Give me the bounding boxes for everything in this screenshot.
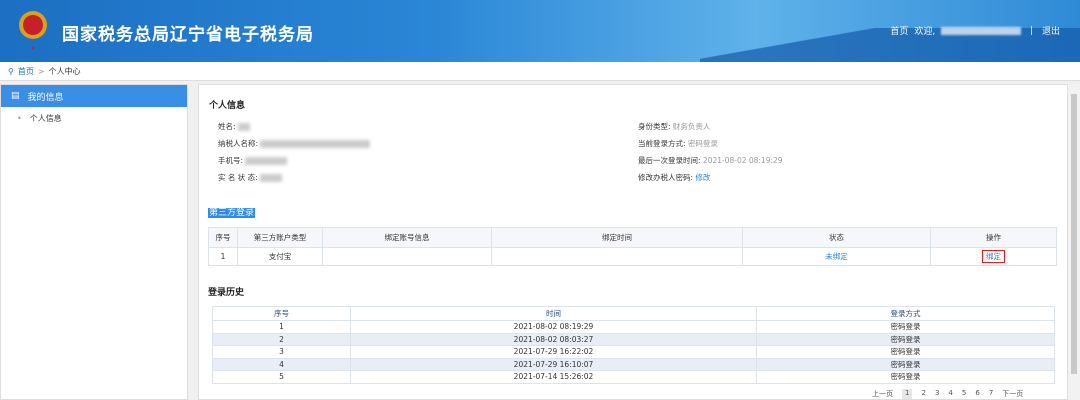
taxpayer-name-label: 纳税人名称: xyxy=(218,139,259,148)
login-history-table: 序号 时间 登录方式 1 2021-08-02 08:19:29 密码登录 2 202… xyxy=(212,306,1055,384)
third-party-title: 第三方登录 xyxy=(208,208,256,218)
next-page-button[interactable]: 下一页 xyxy=(1002,389,1023,399)
home-link[interactable]: 首页 xyxy=(890,24,908,37)
col-header: 第三方账户类型 xyxy=(237,227,323,248)
sidebar-section-label: 我的信息 xyxy=(27,92,64,103)
table-row: 4 2021-07-29 16:10:07 密码登录 xyxy=(212,357,1055,371)
bind-status: 未绑定 xyxy=(742,247,931,266)
personal-info-right: 身份类型: 财务负责人 当前登录方式: 密码登录 最后一次登录时间: 2021-… xyxy=(638,118,783,186)
document-icon: ▤ xyxy=(11,91,20,101)
site-title: 国家税务总局辽宁省电子税务局 xyxy=(62,25,314,45)
identity-type-label: 身份类型: xyxy=(638,122,671,131)
taxpayer-name-redacted xyxy=(260,140,371,148)
breadcrumb-separator: > xyxy=(37,66,45,76)
svg-text:★: ★ xyxy=(30,45,35,52)
phone-label: 手机号: xyxy=(218,156,244,165)
header: ★ 国家税务总局辽宁省电子税务局 首页 欢迎, | 退出 xyxy=(0,0,1080,62)
name-redacted xyxy=(237,123,250,131)
table-row: 2 2021-08-02 08:03:27 密码登录 xyxy=(212,332,1055,346)
login-time: 2021-08-02 08:19:29 xyxy=(350,320,757,334)
row-no: 3 xyxy=(212,345,351,359)
logout-link[interactable]: 退出 xyxy=(1042,24,1060,37)
breadcrumb: ⚲ 首页 > 个人中心 xyxy=(0,62,1080,81)
table-row: 3 2021-07-29 16:22:02 密码登录 xyxy=(212,345,1055,359)
tax-emblem-logo: ★ xyxy=(19,11,47,52)
last-login-label: 最后一次登录时间: xyxy=(638,156,701,165)
breadcrumb-current: 个人中心 xyxy=(48,66,81,76)
personal-info-title: 个人信息 xyxy=(209,101,246,111)
row-no: 1 xyxy=(208,247,238,266)
login-method-label: 当前登录方式: xyxy=(638,139,686,148)
table-row: 1 2021-08-02 08:19:29 密码登录 xyxy=(212,320,1055,334)
bullet-icon: • xyxy=(17,113,22,123)
col-header: 序号 xyxy=(212,306,351,321)
col-header: 登录方式 xyxy=(756,306,1055,321)
page-2-button[interactable]: 2 xyxy=(921,389,925,399)
page-5-button[interactable]: 5 xyxy=(962,389,966,399)
welcome-text: 欢迎, xyxy=(914,27,936,37)
login-time: 2021-07-29 16:22:02 xyxy=(350,345,757,359)
page-1-button[interactable]: 1 xyxy=(902,389,913,399)
page-7-button[interactable]: 7 xyxy=(989,389,993,399)
pagination: 上一页 1 2 3 4 5 6 7 下一页 xyxy=(872,389,1023,399)
login-history-title: 登录历史 xyxy=(208,288,245,298)
bind-time xyxy=(491,247,743,266)
divider: | xyxy=(1027,25,1036,36)
scrollbar-thumb[interactable] xyxy=(1071,94,1077,374)
col-header: 操作 xyxy=(930,227,1057,248)
change-password-link[interactable]: 修改 xyxy=(695,173,710,182)
prev-page-button[interactable]: 上一页 xyxy=(872,389,893,399)
row-no: 4 xyxy=(212,357,351,371)
page-6-button[interactable]: 6 xyxy=(975,389,979,399)
table-row: 5 2021-07-14 15:26:02 密码登录 xyxy=(212,370,1055,384)
last-login-value: 2021-08-02 08:19:29 xyxy=(702,156,783,165)
sidebar-item-personal-info[interactable]: • 个人信息 xyxy=(1,107,187,129)
col-header: 时间 xyxy=(350,306,757,321)
name-label: 姓名: xyxy=(218,122,236,131)
col-header: 绑定时间 xyxy=(491,227,743,248)
row-no: 1 xyxy=(212,320,351,334)
account-type: 支付宝 xyxy=(237,247,323,266)
phone-redacted xyxy=(245,157,288,165)
table-row: 1 支付宝 未绑定 绑定 xyxy=(208,247,1057,266)
bind-button[interactable]: 绑定 xyxy=(982,250,1005,263)
login-method: 密码登录 xyxy=(756,332,1055,346)
login-method: 密码登录 xyxy=(756,345,1055,359)
third-party-table: 序号 第三方账户类型 绑定账号信息 绑定时间 状态 操作 1 支付宝 未绑定 绑… xyxy=(208,227,1057,266)
breadcrumb-home[interactable]: 首页 xyxy=(18,66,34,77)
col-header: 序号 xyxy=(208,227,238,248)
location-pin-icon: ⚲ xyxy=(8,66,14,76)
realname-status-redacted xyxy=(260,174,283,182)
login-time: 2021-07-29 16:10:07 xyxy=(350,357,757,371)
page-4-button[interactable]: 4 xyxy=(948,389,952,399)
login-time: 2021-07-14 15:26:02 xyxy=(350,370,757,384)
login-method-value: 密码登录 xyxy=(687,139,718,148)
login-method: 密码登录 xyxy=(756,320,1055,334)
login-method: 密码登录 xyxy=(756,370,1055,384)
username-redacted xyxy=(941,26,1022,35)
personal-info-left: 姓名: 纳税人名称: 手机号: 实 名 状 态: xyxy=(218,118,371,186)
sidebar: ▤ 我的信息 • 个人信息 xyxy=(0,84,188,400)
col-header: 状态 xyxy=(742,227,931,248)
login-time: 2021-08-02 08:03:27 xyxy=(350,332,757,346)
sidebar-section-my-info[interactable]: ▤ 我的信息 xyxy=(1,85,187,107)
account-info xyxy=(322,247,492,266)
sidebar-item-label: 个人信息 xyxy=(29,113,62,123)
change-password-label: 修改办税人密码: xyxy=(638,173,694,182)
identity-type-value: 财务负责人 xyxy=(672,122,711,131)
row-no: 5 xyxy=(212,370,351,384)
col-header: 绑定账号信息 xyxy=(322,227,492,248)
login-method: 密码登录 xyxy=(756,357,1055,371)
row-no: 2 xyxy=(212,332,351,346)
scrollbar[interactable] xyxy=(1068,84,1080,400)
page-3-button[interactable]: 3 xyxy=(935,389,939,399)
realname-status-label: 实 名 状 态: xyxy=(218,173,258,182)
